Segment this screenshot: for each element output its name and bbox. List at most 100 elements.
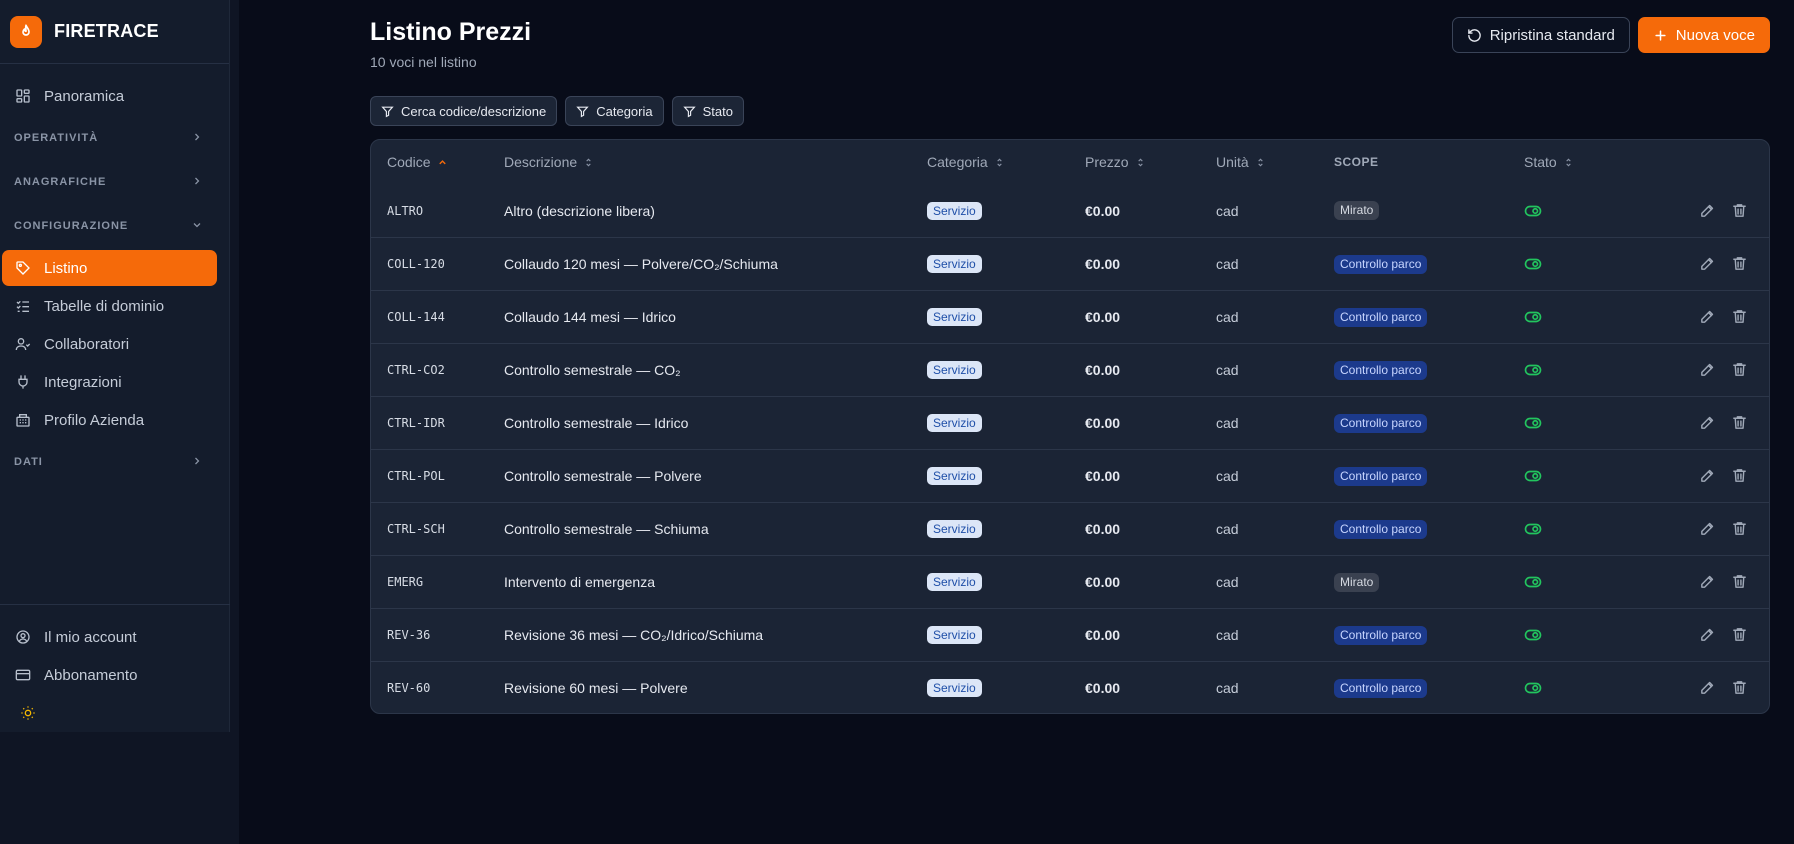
filter-category[interactable]: Categoria: [565, 96, 664, 126]
column-header-code[interactable]: Codice: [371, 154, 504, 170]
trash-icon[interactable]: [1731, 520, 1749, 538]
toggle-active-icon[interactable]: [1524, 573, 1542, 591]
column-header-description[interactable]: Descrizione: [504, 154, 927, 170]
item-price: €0.00: [1085, 309, 1121, 325]
sort-icon: [1255, 157, 1266, 168]
scope-badge: Controllo parco: [1334, 360, 1428, 380]
trash-icon[interactable]: [1731, 255, 1749, 273]
edit-icon[interactable]: [1699, 520, 1717, 538]
filter-icon: [576, 105, 589, 118]
item-code: REV-36: [387, 628, 431, 642]
toggle-active-icon[interactable]: [1524, 679, 1542, 697]
toggle-active-icon[interactable]: [1524, 626, 1542, 644]
edit-icon[interactable]: [1699, 255, 1717, 273]
sidebar-item-collaboratori[interactable]: Collaboratori: [2, 326, 217, 362]
trash-icon[interactable]: [1731, 308, 1749, 326]
item-description: Revisione 60 mesi — Polvere: [504, 680, 688, 696]
item-code: COLL-144: [387, 310, 445, 324]
filter-status[interactable]: Stato: [671, 96, 744, 126]
trash-icon[interactable]: [1731, 626, 1749, 644]
item-unit: cad: [1216, 521, 1239, 537]
header-actions: Ripristina standard Nuova voce: [1451, 17, 1770, 53]
sidebar-item-tabelle-dominio[interactable]: Tabelle di dominio: [2, 288, 217, 324]
sidebar-item-label: Abbonamento: [44, 666, 138, 684]
sidebar-item-label: Integrazioni: [44, 373, 122, 391]
sidebar-item-overview[interactable]: Panoramica: [2, 78, 217, 114]
toggle-active-icon[interactable]: [1524, 202, 1542, 220]
sidebar-item-listino[interactable]: Listino: [2, 250, 217, 286]
item-description: Altro (descrizione libera): [504, 202, 655, 219]
column-header-price[interactable]: Prezzo: [1085, 154, 1216, 170]
rotate-ccw-icon: [1467, 28, 1482, 43]
edit-icon[interactable]: [1699, 308, 1717, 326]
sidebar-item-integrazioni[interactable]: Integrazioni: [2, 364, 217, 400]
column-header-category[interactable]: Categoria: [927, 154, 1085, 170]
section-configurazione[interactable]: CONFIGURAZIONE: [0, 204, 229, 248]
table-row[interactable]: EMERG Intervento di emergenza Servizio €…: [371, 555, 1769, 608]
filter-label: Stato: [702, 103, 733, 119]
sidebar-item-account[interactable]: Il mio account: [2, 619, 218, 655]
edit-icon[interactable]: [1699, 679, 1717, 697]
trash-icon[interactable]: [1731, 573, 1749, 591]
users-icon: [14, 335, 32, 353]
filter-search[interactable]: Cerca codice/descrizione: [370, 96, 558, 126]
sidebar-underlay: [0, 732, 239, 844]
table-row[interactable]: REV-36 Revisione 36 mesi — CO₂/Idrico/Sc…: [371, 608, 1769, 661]
trash-icon[interactable]: [1731, 361, 1749, 379]
edit-icon[interactable]: [1699, 202, 1717, 220]
item-unit: cad: [1216, 627, 1239, 643]
new-item-button[interactable]: Nuova voce: [1637, 17, 1770, 53]
trash-icon[interactable]: [1731, 467, 1749, 485]
scope-badge: Controllo parco: [1334, 254, 1428, 274]
edit-icon[interactable]: [1699, 573, 1717, 591]
toggle-active-icon[interactable]: [1524, 361, 1542, 379]
toggle-active-icon[interactable]: [1524, 255, 1542, 273]
main-nav: Panoramica OPERATIVITÀ ANAGRAFICHE CONFI…: [0, 64, 229, 484]
price-list-table: Codice Descrizione Categoria Prezzo Unit…: [370, 139, 1770, 714]
sidebar-item-label: Profilo Azienda: [44, 411, 145, 429]
table-row[interactable]: COLL-144 Collaudo 144 mesi — Idrico Serv…: [371, 290, 1769, 343]
section-operativita[interactable]: OPERATIVITÀ: [0, 116, 229, 160]
toggle-active-icon[interactable]: [1524, 467, 1542, 485]
toggle-active-icon[interactable]: [1524, 308, 1542, 326]
item-description: Intervento di emergenza: [504, 574, 655, 590]
trash-icon[interactable]: [1731, 414, 1749, 432]
item-code: EMERG: [387, 575, 424, 589]
toggle-active-icon[interactable]: [1524, 520, 1542, 538]
column-header-unit[interactable]: Unità: [1216, 154, 1334, 170]
trash-icon[interactable]: [1731, 202, 1749, 220]
edit-icon[interactable]: [1699, 626, 1717, 644]
scope-badge: Mirato: [1334, 201, 1380, 220]
scope-badge: Controllo parco: [1334, 625, 1428, 645]
flame-icon: [10, 15, 42, 48]
table-body: ALTRO Altro (descrizione libera) Servizi…: [371, 184, 1769, 713]
brand: FIRETRACE: [0, 0, 229, 64]
category-badge: Servizio: [927, 626, 982, 644]
table-row[interactable]: COLL-120 Collaudo 120 mesi — Polvere/CO₂…: [371, 237, 1769, 290]
section-anagrafiche[interactable]: ANAGRAFICHE: [0, 160, 229, 204]
item-code: CTRL-CO2: [387, 363, 445, 377]
toggle-active-icon[interactable]: [1524, 414, 1542, 432]
table-row[interactable]: REV-60 Revisione 60 mesi — Polvere Servi…: [371, 661, 1769, 713]
edit-icon[interactable]: [1699, 467, 1717, 485]
category-badge: Servizio: [927, 679, 982, 697]
dashboard-icon: [14, 87, 32, 105]
trash-icon[interactable]: [1731, 679, 1749, 697]
section-dati[interactable]: DATI: [0, 440, 229, 484]
edit-icon[interactable]: [1699, 361, 1717, 379]
table-row[interactable]: CTRL-CO2 Controllo semestrale — CO₂ Serv…: [371, 343, 1769, 396]
column-header-status[interactable]: Stato: [1524, 154, 1674, 170]
table-row[interactable]: CTRL-SCH Controllo semestrale — Schiuma …: [371, 502, 1769, 555]
table-row[interactable]: ALTRO Altro (descrizione libera) Servizi…: [371, 184, 1769, 237]
category-badge: Servizio: [927, 573, 982, 591]
table-row[interactable]: CTRL-IDR Controllo semestrale — Idrico S…: [371, 396, 1769, 449]
sidebar-item-profilo-azienda[interactable]: Profilo Azienda: [2, 402, 217, 438]
reset-defaults-button[interactable]: Ripristina standard: [1451, 17, 1630, 53]
category-badge: Servizio: [927, 467, 982, 485]
filter-label: Cerca codice/descrizione: [401, 103, 547, 119]
table-row[interactable]: CTRL-POL Controllo semestrale — Polvere …: [371, 449, 1769, 502]
sidebar-item-abbonamento[interactable]: Abbonamento: [2, 657, 218, 693]
edit-icon[interactable]: [1699, 414, 1717, 432]
sun-icon[interactable]: [20, 705, 40, 725]
section-label: ANAGRAFICHE: [14, 176, 107, 188]
